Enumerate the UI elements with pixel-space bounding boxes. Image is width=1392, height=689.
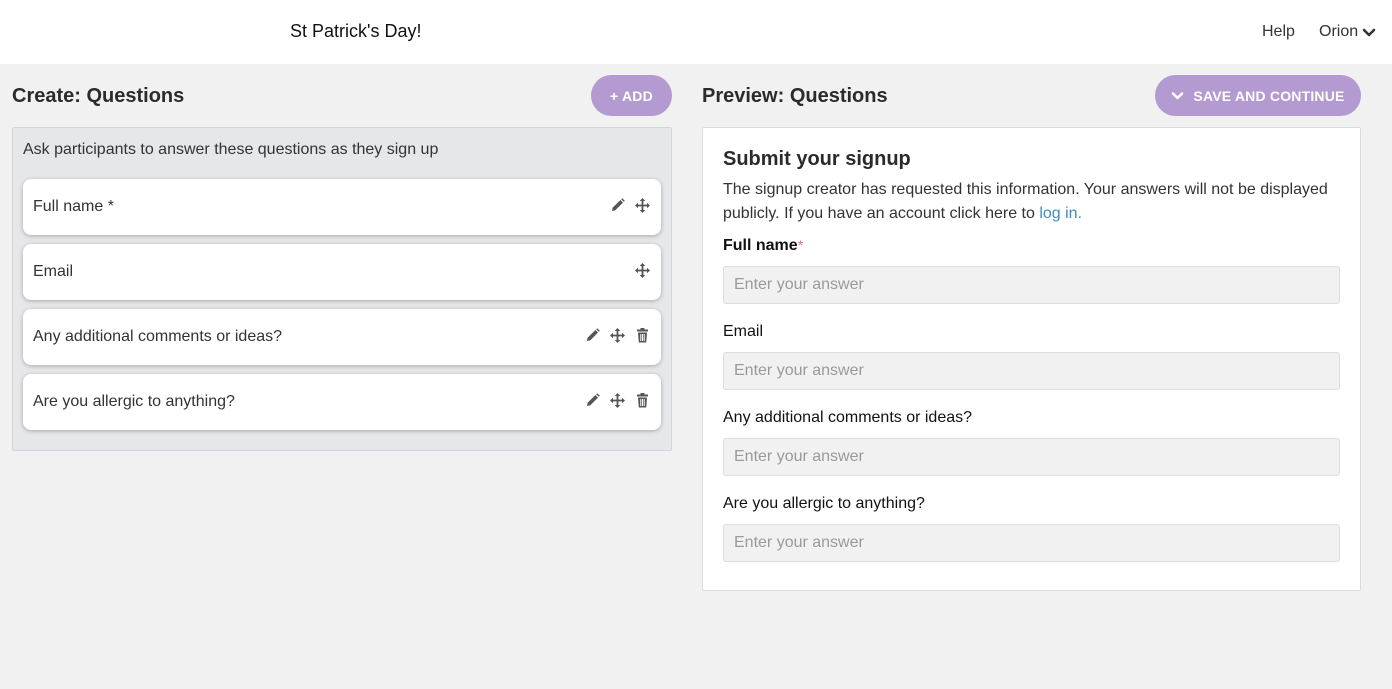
question-label: Are you allergic to anything? [33,393,235,410]
form-title: Submit your signup [723,148,911,170]
trash-icon[interactable] [634,327,651,344]
save-and-continue-label: SAVE AND CONTINUE [1193,87,1345,104]
form-description: The signup creator has requested this in… [723,178,1343,226]
questions-intro: Ask participants to answer these questio… [23,141,439,158]
comments-label: Any additional comments or ideas? [723,409,973,426]
question-label: Full name * [33,198,114,215]
question-card-email[interactable]: Email [23,244,661,300]
create-panel-title: Create: Questions [12,85,185,107]
question-label: Any additional comments or ideas? [33,328,283,345]
top-bar: St Patrick's Day! Help Orion [0,0,1392,64]
user-name: Orion [1319,23,1359,40]
move-icon[interactable] [634,197,651,214]
pencil-icon[interactable] [584,327,601,344]
preview-panel-title: Preview: Questions [702,85,888,107]
chevron-down-icon [1172,91,1184,99]
trash-icon[interactable] [634,392,651,409]
chevron-down-icon [1362,28,1376,37]
login-link[interactable]: log in. [1039,205,1082,222]
user-menu[interactable]: Orion [1319,23,1376,41]
move-icon[interactable] [634,262,651,279]
question-card-comments[interactable]: Any additional comments or ideas? [23,309,661,365]
questions-editor: Ask participants to answer these questio… [12,127,672,451]
full-name-label-text: Full name [723,237,798,254]
form-description-text: The signup creator has requested this in… [723,181,1328,222]
question-label: Email [33,263,74,280]
pencil-icon[interactable] [584,392,601,409]
required-marker: * [797,237,804,253]
save-and-continue-button[interactable]: SAVE AND CONTINUE [1155,75,1361,116]
help-link[interactable]: Help [1262,23,1295,41]
full-name-field[interactable] [723,266,1340,304]
allergies-field[interactable] [723,524,1340,562]
pencil-icon[interactable] [609,197,626,214]
question-card-allergies[interactable]: Are you allergic to anything? [23,374,661,430]
email-field[interactable] [723,352,1340,390]
question-card-full-name[interactable]: Full name * [23,179,661,235]
email-label: Email [723,323,764,340]
move-icon[interactable] [609,327,626,344]
event-title: St Patrick's Day! [290,21,422,41]
comments-field[interactable] [723,438,1340,476]
full-name-label: Full name* [723,237,803,255]
add-question-button[interactable]: + ADD [591,75,672,116]
move-icon[interactable] [609,392,626,409]
allergies-label: Are you allergic to anything? [723,495,925,512]
signup-form-preview: Submit your signup The signup creator ha… [702,127,1361,591]
